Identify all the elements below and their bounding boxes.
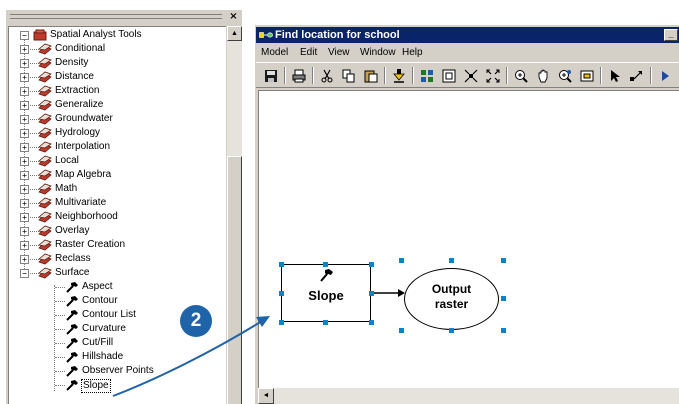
- step-callout: 2: [180, 305, 212, 337]
- drag-arrow: [112, 316, 270, 397]
